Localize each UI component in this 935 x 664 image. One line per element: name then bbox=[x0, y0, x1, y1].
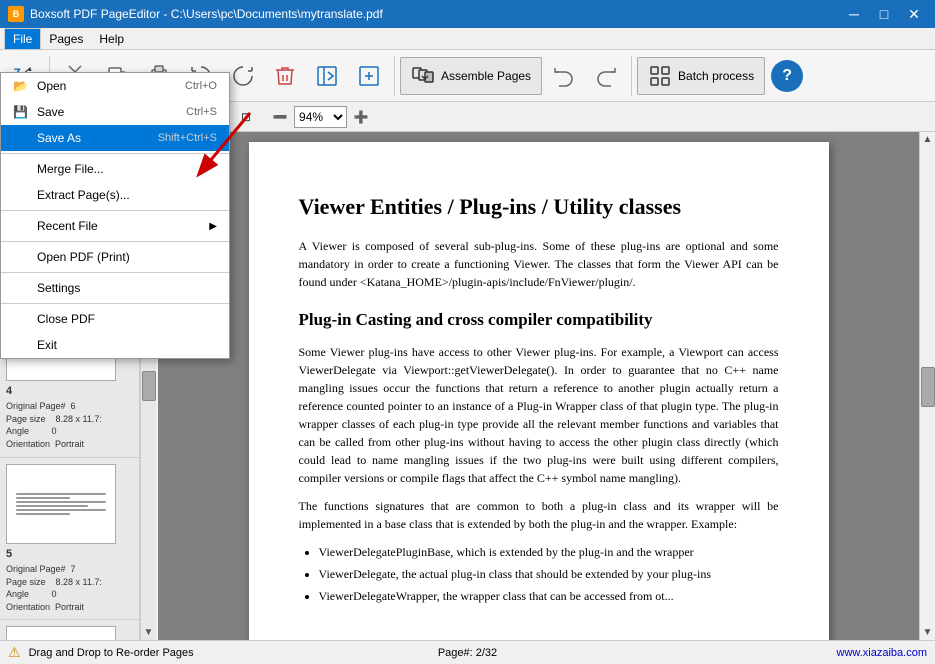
file-dropdown-menu: 📂 Open Ctrl+O 💾 Save Ctrl+S Save As Shif… bbox=[0, 72, 230, 359]
open-label: Open bbox=[37, 79, 66, 93]
zoom-in-button[interactable]: ➕ bbox=[349, 106, 373, 128]
window-title: Boxsoft PDF PageEditor - C:\Users\pc\Doc… bbox=[30, 7, 383, 21]
content-area[interactable]: Viewer Entities / Plug-ins / Utility cla… bbox=[158, 132, 919, 640]
recent-arrow: ▶ bbox=[209, 221, 217, 232]
extract-label: Extract Page(s)... bbox=[37, 188, 130, 202]
close-button[interactable]: ✕ bbox=[901, 4, 927, 24]
menu-recent[interactable]: Recent File ▶ bbox=[1, 213, 229, 239]
thumb-size-4: Page size 8.28 x 11.7: bbox=[6, 413, 133, 426]
settings-label: Settings bbox=[37, 281, 80, 295]
window-controls: ─ □ ✕ bbox=[841, 4, 927, 24]
menu-bar: File Pages Help bbox=[0, 28, 935, 50]
thumb-orig-4: Original Page# 6 bbox=[6, 400, 133, 413]
bullet-3: ViewerDelegateWrapper, the wrapper class… bbox=[319, 587, 779, 605]
pdf-para2: Some Viewer plug-ins have access to othe… bbox=[299, 343, 779, 487]
menu-open-print[interactable]: Open PDF (Print) bbox=[1, 244, 229, 270]
menu-file[interactable]: File bbox=[4, 28, 41, 50]
menu-merge[interactable]: Merge File... bbox=[1, 156, 229, 182]
page-info: Page#: 2/32 bbox=[438, 647, 497, 659]
drag-text: Drag and Drop to Re-order Pages bbox=[29, 647, 194, 659]
menu-sep-5 bbox=[1, 303, 229, 304]
insert-button[interactable] bbox=[349, 53, 389, 99]
menu-pages[interactable]: Pages bbox=[41, 28, 91, 50]
close-pdf-label: Close PDF bbox=[37, 312, 95, 326]
exit-label: Exit bbox=[37, 338, 57, 352]
bullet-2: ViewerDelegate, the actual plug-in class… bbox=[319, 565, 779, 583]
menu-open[interactable]: 📂 Open Ctrl+O bbox=[1, 73, 229, 99]
thumb-orient-5: Orientation Portrait bbox=[6, 601, 133, 614]
assemble-pages-label: Assemble Pages bbox=[441, 69, 531, 83]
recent-label: Recent File bbox=[37, 219, 98, 233]
menu-help[interactable]: Help bbox=[91, 28, 132, 50]
open-icon: 📂 bbox=[13, 79, 33, 93]
pdf-para1: A Viewer is composed of several sub-plug… bbox=[299, 237, 779, 291]
save-label: Save bbox=[37, 105, 64, 119]
thumb-num-5: 5 bbox=[6, 547, 133, 562]
assemble-icon bbox=[411, 64, 435, 88]
batch-process-button[interactable]: Batch process bbox=[637, 57, 765, 95]
assemble-pages-button[interactable]: Assemble Pages bbox=[400, 57, 542, 95]
save-as-shortcut: Shift+Ctrl+S bbox=[158, 132, 217, 144]
menu-sep-2 bbox=[1, 210, 229, 211]
menu-sep-3 bbox=[1, 241, 229, 242]
save-icon: 💾 bbox=[13, 105, 33, 119]
thumb-orig-5: Original Page# 7 bbox=[6, 563, 133, 576]
thumb-preview-5 bbox=[6, 464, 116, 544]
menu-sep-1 bbox=[1, 153, 229, 154]
thumb-size-5: Page size 8.28 x 11.7: bbox=[6, 576, 133, 589]
maximize-button[interactable]: □ bbox=[871, 4, 897, 24]
open-print-label: Open PDF (Print) bbox=[37, 250, 130, 264]
menu-save[interactable]: 💾 Save Ctrl+S bbox=[1, 99, 229, 125]
merge-label: Merge File... bbox=[37, 162, 104, 176]
status-bar: ⚠ Drag and Drop to Re-order Pages Page#:… bbox=[0, 640, 935, 664]
fit-page-button[interactable]: ⊡ bbox=[234, 106, 258, 128]
zoom-select[interactable]: 94% 50% 75% 100% 125% 150% bbox=[294, 106, 347, 128]
pdf-page: Viewer Entities / Plug-ins / Utility cla… bbox=[249, 142, 829, 640]
thumb-orient-4: Orientation Portrait bbox=[6, 438, 133, 451]
toolbar-sep-3 bbox=[631, 56, 632, 96]
thumb-angle-4: Angle 0 bbox=[6, 425, 133, 438]
content-scrollbar[interactable]: ▲ ▼ bbox=[919, 132, 935, 640]
delete-button[interactable] bbox=[265, 53, 305, 99]
warning-icon: ⚠ bbox=[8, 644, 21, 661]
redo-button[interactable] bbox=[586, 53, 626, 99]
undo-button[interactable] bbox=[544, 53, 584, 99]
title-bar: B Boxsoft PDF PageEditor - C:\Users\pc\D… bbox=[0, 0, 935, 28]
thumbnail-5[interactable]: 5 Original Page# 7 Page size 8.28 x 11.7… bbox=[0, 458, 139, 621]
help-button[interactable]: ? bbox=[771, 60, 803, 92]
pdf-bullets: ViewerDelegatePluginBase, which is exten… bbox=[319, 543, 779, 605]
menu-settings[interactable]: Settings bbox=[1, 275, 229, 301]
menu-save-as[interactable]: Save As Shift+Ctrl+S bbox=[1, 125, 229, 151]
toolbar-sep-2 bbox=[394, 56, 395, 96]
thumbnail-6[interactable]: 6 bbox=[0, 620, 139, 640]
extract-button[interactable] bbox=[307, 53, 347, 99]
pdf-para3: The functions signatures that are common… bbox=[299, 497, 779, 533]
thumb-num-4: 4 bbox=[6, 384, 133, 399]
menu-exit[interactable]: Exit bbox=[1, 332, 229, 358]
thumb-preview-6 bbox=[6, 626, 116, 640]
save-as-label: Save As bbox=[37, 131, 81, 145]
batch-icon bbox=[648, 64, 672, 88]
open-shortcut: Ctrl+O bbox=[185, 80, 217, 92]
app-icon: B bbox=[8, 6, 24, 22]
menu-sep-4 bbox=[1, 272, 229, 273]
watermark-text: www.xiazaiba.com bbox=[837, 647, 927, 659]
thumb-angle-5: Angle 0 bbox=[6, 588, 133, 601]
minimize-button[interactable]: ─ bbox=[841, 4, 867, 24]
batch-process-label: Batch process bbox=[678, 69, 754, 83]
menu-extract[interactable]: Extract Page(s)... bbox=[1, 182, 229, 208]
zoom-out-button[interactable]: ➖ bbox=[268, 106, 292, 128]
menu-close-pdf[interactable]: Close PDF bbox=[1, 306, 229, 332]
pdf-h1: Viewer Entities / Plug-ins / Utility cla… bbox=[299, 190, 779, 223]
bullet-1: ViewerDelegatePluginBase, which is exten… bbox=[319, 543, 779, 561]
save-shortcut: Ctrl+S bbox=[186, 106, 217, 118]
pdf-h2: Plug-in Casting and cross compiler compa… bbox=[299, 307, 779, 333]
